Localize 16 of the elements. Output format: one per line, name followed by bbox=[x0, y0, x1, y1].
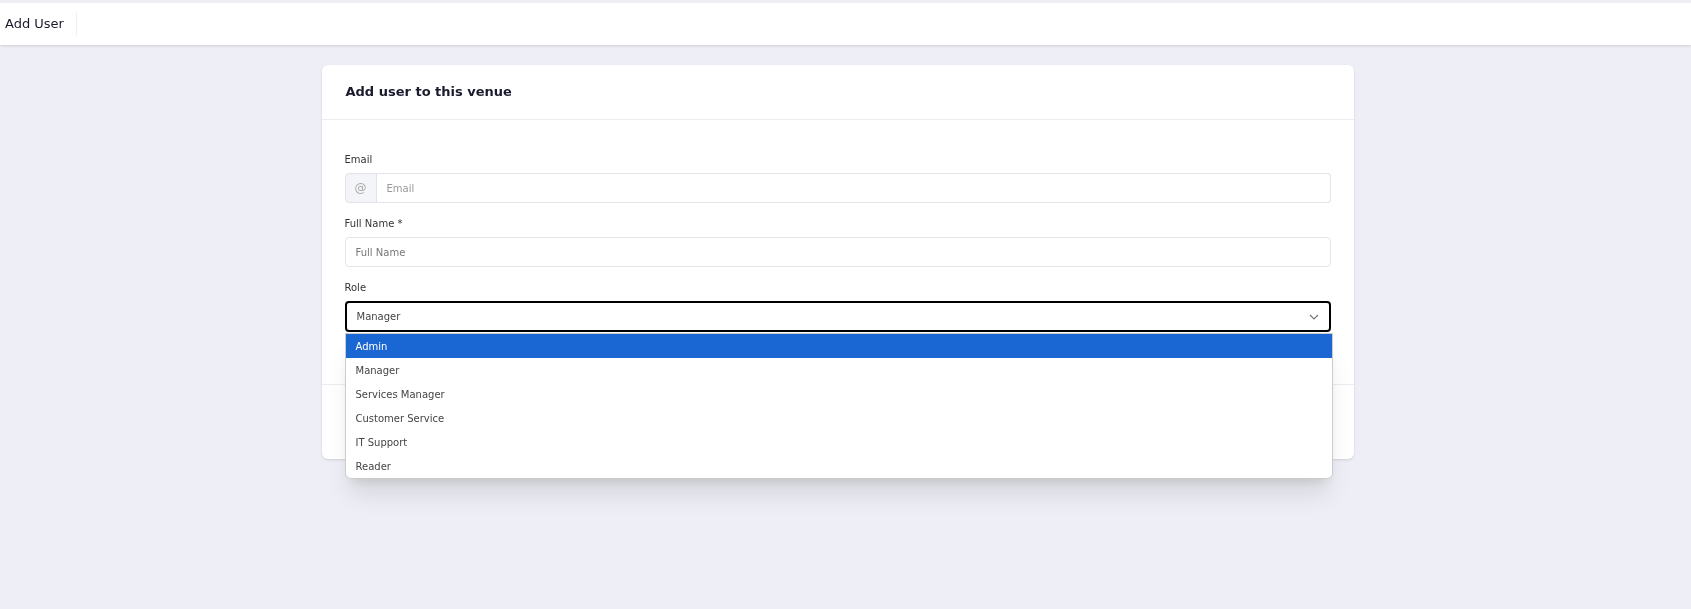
dropdown-option[interactable]: Services Manager bbox=[345, 382, 1332, 406]
chevron-down-icon bbox=[1308, 313, 1319, 320]
field-label: Email bbox=[344, 153, 374, 167]
email-field[interactable]: Email bbox=[376, 173, 1331, 203]
dropdown-option[interactable]: Reader bbox=[345, 454, 1332, 478]
full-name-field[interactable]: Full Name bbox=[344, 237, 1331, 267]
card-title: Add user to this venue bbox=[345, 83, 512, 102]
page-title: Add User bbox=[5, 15, 64, 34]
role-select[interactable]: Manager bbox=[344, 301, 1331, 332]
field-label: Full Name * bbox=[344, 217, 404, 231]
field-label: Role bbox=[344, 281, 368, 295]
dropdown-option[interactable]: Manager bbox=[345, 358, 1332, 382]
dropdown-option[interactable]: Customer Service bbox=[345, 406, 1332, 430]
at-sign-icon: @ bbox=[344, 173, 377, 203]
dropdown-option[interactable]: IT Support bbox=[345, 430, 1332, 454]
dropdown-option[interactable]: Admin bbox=[345, 334, 1332, 358]
